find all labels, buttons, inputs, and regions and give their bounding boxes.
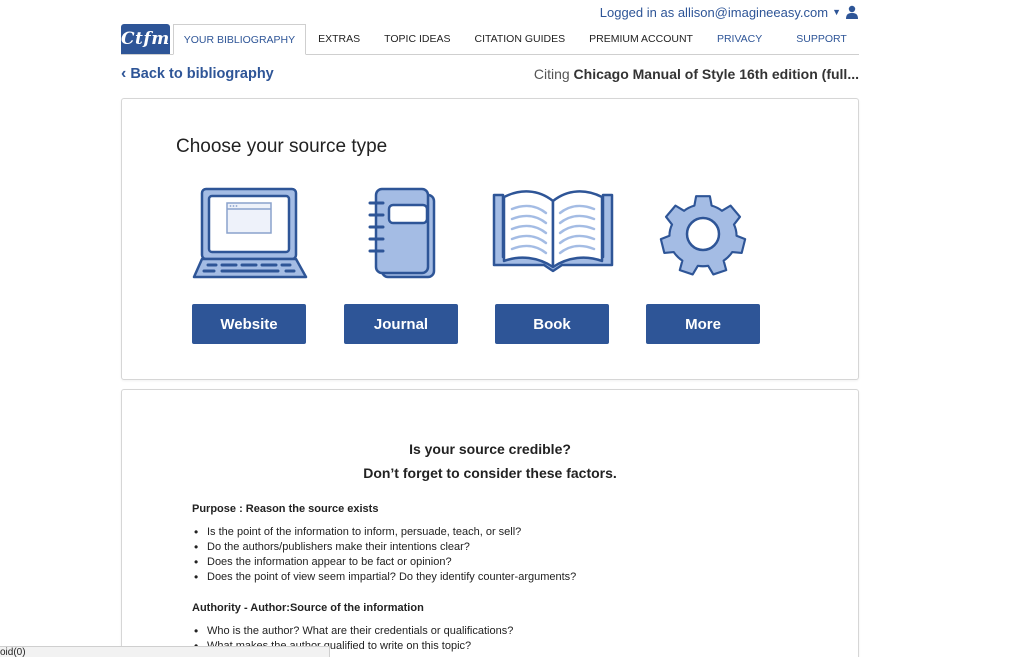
account-menu[interactable]: Logged in as allison@imagineeasy.com ▼ bbox=[600, 5, 859, 20]
user-icon bbox=[846, 5, 858, 19]
journal-button[interactable]: Journal bbox=[344, 304, 458, 344]
caret-down-icon: ▼ bbox=[832, 7, 841, 17]
source-type-panel: Choose your source type Website Journal … bbox=[121, 98, 859, 380]
authority-section-title: Authority - Author:Source of the informa… bbox=[192, 602, 424, 614]
list-item: Who is the author? What are their creden… bbox=[192, 624, 513, 639]
website-button[interactable]: Website bbox=[192, 304, 306, 344]
purpose-section-title: Purpose : Reason the source exists bbox=[192, 503, 379, 515]
tab-topic-ideas[interactable]: TOPIC IDEAS bbox=[372, 24, 462, 54]
tab-extras[interactable]: EXTRAS bbox=[306, 24, 372, 54]
journal-source[interactable] bbox=[344, 187, 458, 281]
notebook-icon bbox=[368, 187, 436, 279]
book-source[interactable] bbox=[492, 187, 614, 281]
back-to-bibliography-link[interactable]: ‹ Back to bibliography bbox=[121, 65, 274, 83]
more-source[interactable] bbox=[646, 187, 760, 281]
credibility-question: Is your source credible? bbox=[409, 441, 571, 457]
tab-citation-guides[interactable]: CITATION GUIDES bbox=[462, 24, 577, 54]
back-label: Back to bibliography bbox=[130, 66, 274, 82]
privacy-link[interactable]: PRIVACY bbox=[705, 24, 784, 54]
credibility-subtitle: Don’t forget to consider these factors. bbox=[363, 465, 617, 481]
book-button[interactable]: Book bbox=[495, 304, 609, 344]
citing-style: Citing Chicago Manual of Style 16th edit… bbox=[534, 66, 859, 82]
main-nav: Ctfm YOUR BIBLIOGRAPHY EXTRAS TOPIC IDEA… bbox=[121, 24, 859, 55]
more-button[interactable]: More bbox=[646, 304, 760, 344]
login-text: Logged in as allison@imagineeasy.com bbox=[599, 4, 829, 20]
browser-status-bar: oid(0) bbox=[0, 646, 330, 657]
chevron-left-icon: ‹ bbox=[121, 65, 127, 82]
credibility-panel: Is your source credible? Don’t forget to… bbox=[121, 389, 859, 657]
gear-icon bbox=[659, 195, 747, 276]
tab-your-bibliography[interactable]: YOUR BIBLIOGRAPHY bbox=[172, 24, 307, 55]
citing-prefix: Citing bbox=[533, 66, 570, 82]
list-item: Do the authors/publishers make their int… bbox=[192, 540, 576, 555]
open-book-icon bbox=[492, 190, 614, 273]
top-bar: Logged in as allison@imagineeasy.com ▼ bbox=[121, 0, 859, 24]
website-source[interactable] bbox=[192, 187, 308, 281]
purpose-list: Is the point of the information to infor… bbox=[192, 525, 576, 585]
laptop-icon bbox=[192, 187, 308, 279]
subheader: ‹ Back to bibliography Citing Chicago Ma… bbox=[121, 62, 859, 86]
support-link[interactable]: SUPPORT bbox=[784, 24, 865, 54]
list-item: Does the point of view seem impartial? D… bbox=[192, 570, 576, 585]
list-item: Is the point of the information to infor… bbox=[192, 525, 576, 540]
source-type-title: Choose your source type bbox=[176, 136, 388, 157]
list-item: Does the information appear to be fact o… bbox=[192, 555, 576, 570]
citation-machine-logo[interactable]: Ctfm bbox=[121, 24, 170, 54]
tab-premium-account[interactable]: PREMIUM ACCOUNT bbox=[577, 24, 705, 54]
citing-style-name[interactable]: Chicago Manual of Style 16th edition (fu… bbox=[574, 66, 859, 82]
